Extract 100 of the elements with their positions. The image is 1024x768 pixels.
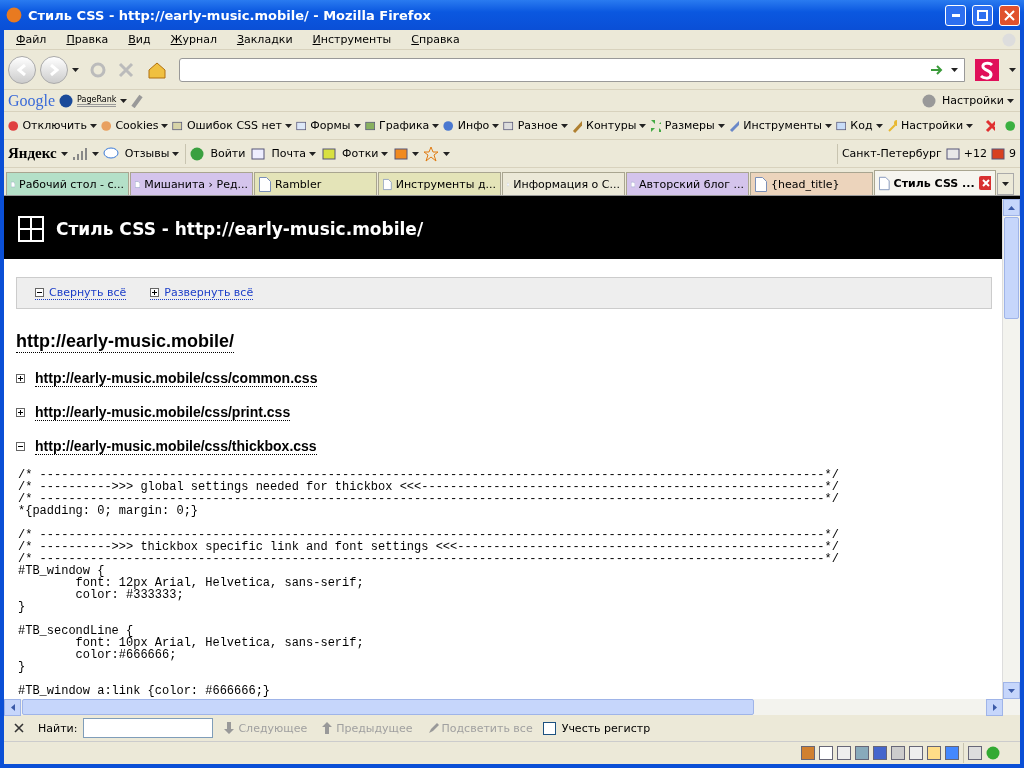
toolbar-icon[interactable]: [819, 746, 833, 760]
logo-icon[interactable]: [975, 58, 999, 81]
maximize-icon: [977, 9, 988, 21]
caret-icon: [432, 123, 440, 128]
close-icon[interactable]: [978, 176, 991, 190]
maximize-button[interactable]: [972, 4, 993, 26]
toolbar-icon[interactable]: [968, 746, 982, 760]
menu-item[interactable]: Правка: [58, 33, 117, 46]
menu-item[interactable]: Закладки: [228, 33, 301, 46]
toolbar-menu[interactable]: Настройки: [898, 119, 976, 132]
code-line: #TB_window a:link {color: #666666;}: [18, 685, 272, 697]
minus-icon[interactable]: [16, 441, 25, 451]
browser-tab[interactable]: Авторский блог ...: [626, 172, 749, 195]
browser-tab[interactable]: Информация о С...: [502, 172, 625, 195]
find-label: Найти:: [38, 721, 78, 735]
find-field[interactable]: [83, 718, 214, 738]
minimize-button[interactable]: [945, 4, 966, 26]
toolbar-icon[interactable]: [891, 746, 905, 760]
browser-tab[interactable]: Мишанита › Ред...: [130, 172, 253, 195]
arrow-down-icon: [1008, 688, 1015, 693]
city-name[interactable]: Санкт-Петербург: [841, 147, 942, 160]
toolbar-menu[interactable]: Графика: [376, 119, 442, 132]
code-line: }: [18, 661, 27, 673]
menu-item[interactable]: Справка: [403, 33, 468, 46]
stylesheet-link[interactable]: http://early-music.mobile/css/thickbox.css: [35, 437, 317, 455]
stylesheet-link[interactable]: http://early-music.mobile/css/common.css: [35, 369, 318, 387]
scroll-thumb[interactable]: [22, 699, 754, 715]
home-icon[interactable]: [147, 60, 167, 79]
toolbar-menu[interactable]: Cookies: [113, 119, 171, 132]
address-field[interactable]: [179, 57, 965, 82]
expand-all-link[interactable]: Развернуть всё: [150, 286, 254, 300]
toolbar-menu[interactable]: Отключить: [20, 119, 99, 132]
minus-icon: [35, 288, 44, 297]
browser-tab[interactable]: Rambler: [254, 172, 377, 195]
menu-item[interactable]: Инструменты: [304, 33, 400, 46]
collapse-all-link[interactable]: Свернуть всё: [35, 286, 127, 300]
resize-icon: [650, 118, 661, 133]
caret-icon[interactable]: [951, 67, 958, 72]
traffic-level[interactable]: 9: [1009, 147, 1016, 160]
browser-tab[interactable]: {head_title}: [750, 172, 873, 195]
match-case-checkbox[interactable]: [542, 721, 556, 735]
scroll-thumb[interactable]: [1004, 217, 1019, 319]
close-icon: [1004, 9, 1015, 21]
caret-icon[interactable]: [60, 151, 68, 156]
go-arrow-icon[interactable]: [931, 64, 943, 75]
toolbar-menu[interactable]: Фотки: [340, 147, 391, 160]
close-button[interactable]: [999, 4, 1020, 26]
toolbar-menu[interactable]: Войти: [208, 147, 248, 160]
arrow-down-icon: [223, 721, 236, 735]
toolbar-menu[interactable]: Инструменты: [741, 119, 834, 132]
toolbar-icon[interactable]: [927, 746, 941, 760]
toolbar-menu[interactable]: Формы: [308, 119, 363, 132]
browser-tab[interactable]: Инструменты д...: [378, 172, 501, 195]
code-line: }: [18, 601, 27, 613]
settings-menu[interactable]: Настройки: [939, 94, 1016, 107]
temperature[interactable]: +12: [963, 147, 987, 160]
toolbar-menu[interactable]: Код: [848, 119, 885, 132]
browser-tab[interactable]: Стиль CSS ...: [874, 170, 996, 195]
close-icon[interactable]: [12, 721, 26, 735]
page-title: Стиль CSS - http://early-music.mobile/: [56, 219, 424, 239]
caret-icon[interactable]: [412, 151, 420, 156]
scroll-up-button[interactable]: [1003, 199, 1020, 216]
caret-icon: [824, 123, 832, 128]
browser-tab[interactable]: Рабочий стол - с...: [6, 172, 129, 195]
toolbar-menu[interactable]: Ошибок CSS нет: [184, 119, 294, 132]
code-line: *{padding: 0; margin: 0;}: [18, 505, 200, 517]
menu-item[interactable]: Вид: [120, 33, 159, 46]
code-line: /* -------------------------------------------------------------------------------------------------------------*/: [18, 493, 840, 505]
site-link[interactable]: http://early-music.mobile/: [16, 331, 235, 353]
minimize-icon: [951, 13, 960, 17]
toolbar-menu[interactable]: Отзывы: [122, 147, 182, 160]
yandex-logo[interactable]: Яндекс: [8, 145, 57, 162]
caret-icon: [492, 123, 500, 128]
caret-icon: [1007, 98, 1014, 103]
caret-icon[interactable]: [1009, 67, 1016, 72]
star-icon[interactable]: [423, 145, 440, 162]
menu-item[interactable]: Журнал: [162, 33, 225, 46]
scroll-down-button[interactable]: [1003, 682, 1020, 699]
toolbar-icon[interactable]: [909, 746, 923, 760]
toolbar-menu[interactable]: Инфо: [455, 119, 502, 132]
toolbar-icon[interactable]: [837, 746, 851, 760]
caret-icon[interactable]: [91, 151, 99, 156]
arrow-right-icon: [992, 703, 997, 711]
caret-icon[interactable]: [72, 67, 79, 72]
menu-item[interactable]: Файл: [8, 33, 55, 46]
caret-icon[interactable]: [443, 151, 451, 156]
chevron-right-icon: [49, 63, 59, 76]
toolbar-menu[interactable]: Контуры: [584, 119, 649, 132]
plus-icon[interactable]: [16, 373, 25, 383]
caret-icon[interactable]: [120, 98, 128, 103]
tab-list-button[interactable]: [997, 173, 1014, 195]
stylesheet-link[interactable]: http://early-music.mobile/css/print.css: [35, 403, 291, 421]
toolbar-menu[interactable]: Почта: [269, 147, 319, 160]
caret-icon: [1002, 182, 1009, 186]
grid-icon: [18, 216, 44, 242]
toolbar-menu[interactable]: Разное: [515, 119, 570, 132]
plus-icon[interactable]: [16, 407, 25, 417]
toolbar-menu[interactable]: Размеры: [662, 119, 727, 132]
plus-icon: [150, 288, 160, 297]
arrow-up-icon: [1008, 205, 1015, 210]
